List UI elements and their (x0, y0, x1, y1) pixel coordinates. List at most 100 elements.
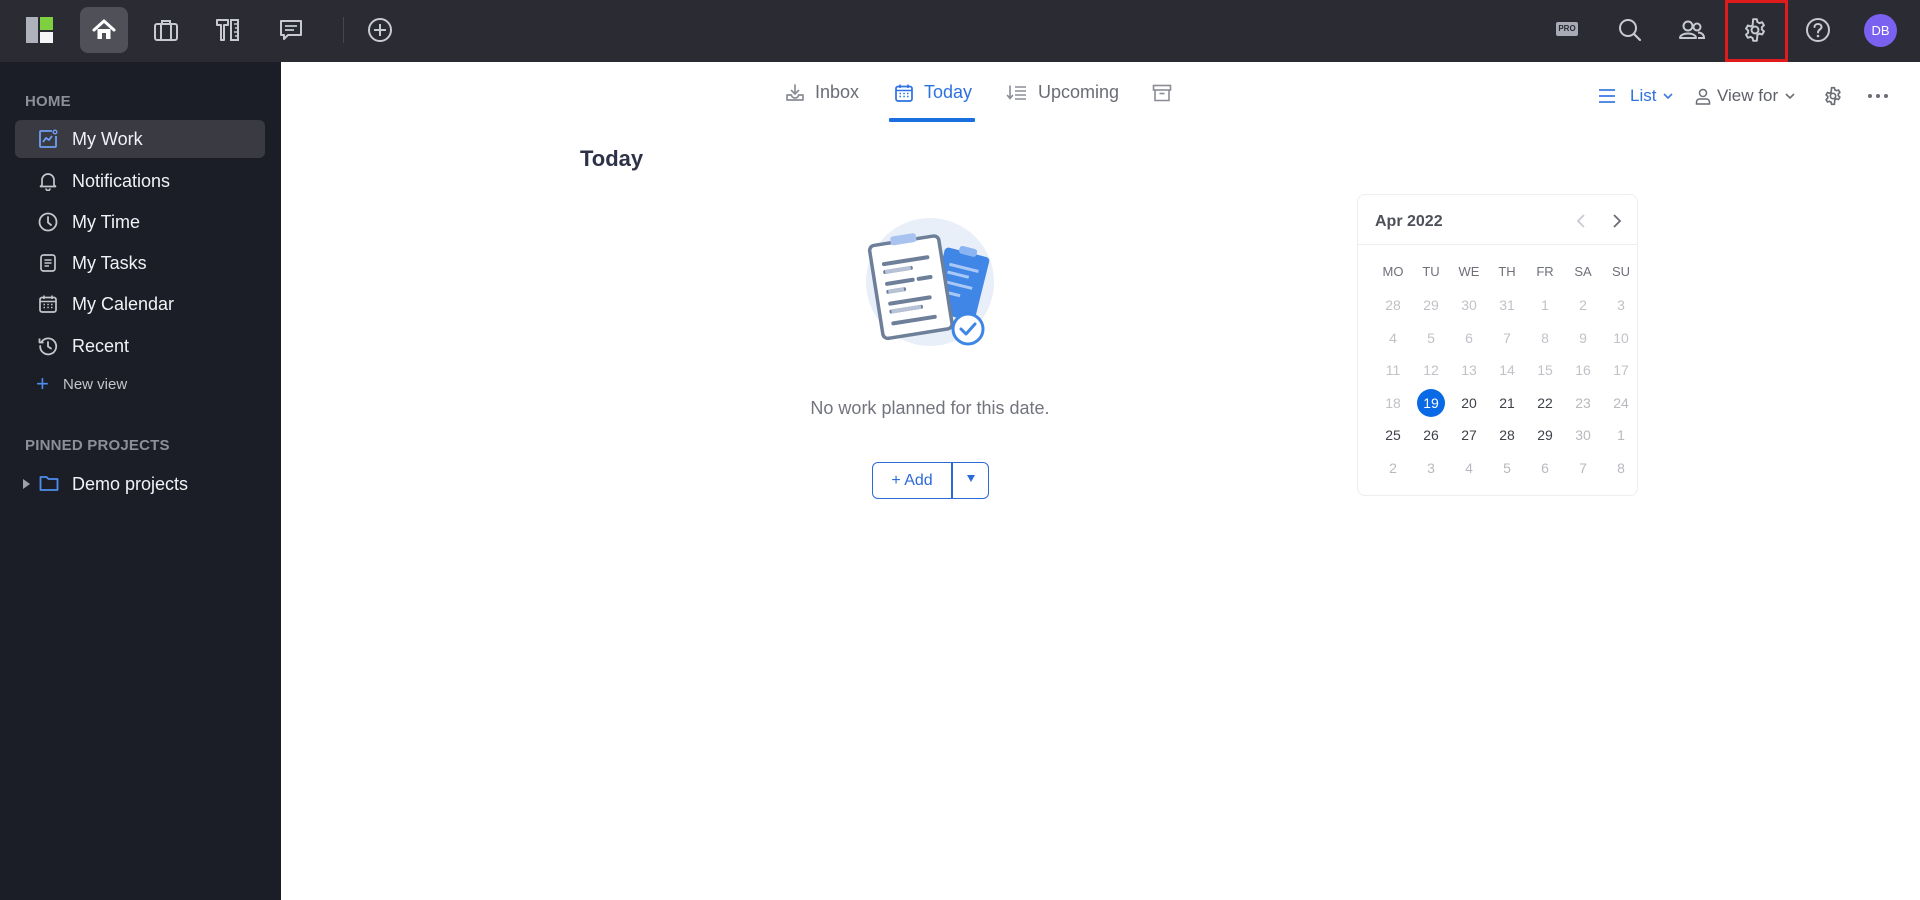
empty-clipboard-illustration (866, 218, 994, 346)
calendar-day[interactable]: 5 (1493, 454, 1521, 482)
sidebar-item-label: My Tasks (72, 252, 147, 273)
view-settings-button[interactable] (1823, 86, 1843, 106)
calendar-day[interactable]: 30 (1569, 421, 1597, 449)
calendar-day[interactable]: 21 (1493, 389, 1521, 417)
calendar-day[interactable]: 31 (1493, 291, 1521, 319)
calendar-day[interactable]: 3 (1417, 454, 1445, 482)
calendar-day[interactable]: 17 (1607, 356, 1635, 384)
sidebar-item-label: My Time (72, 211, 141, 232)
calendar-day[interactable]: 7 (1493, 324, 1521, 352)
calendar-day[interactable]: 3 (1607, 291, 1635, 319)
user-avatar[interactable]: DB (1864, 14, 1897, 47)
calendar-day[interactable]: 1 (1607, 421, 1635, 449)
new-view-button[interactable]: + New view (36, 373, 127, 395)
sidebar-item-my-calendar[interactable]: My Calendar (15, 285, 265, 323)
calendar-day[interactable]: 29 (1531, 421, 1559, 449)
calendar-day[interactable]: 25 (1379, 421, 1407, 449)
help-button[interactable] (1794, 7, 1842, 53)
calendar-icon (39, 295, 57, 313)
chevron-down-icon (1663, 93, 1674, 100)
next-month-button[interactable] (1605, 209, 1629, 233)
layout-selector[interactable]: List (1598, 86, 1674, 106)
prev-month-button[interactable] (1569, 209, 1593, 233)
weekday-label: SU (1611, 264, 1631, 279)
calendar-day[interactable]: 8 (1607, 454, 1635, 482)
calendar-day[interactable]: 28 (1379, 291, 1407, 319)
calendar-day[interactable]: 4 (1455, 454, 1483, 482)
calendar-day[interactable]: 5 (1417, 324, 1445, 352)
pro-badge[interactable]: PRO (1556, 22, 1578, 36)
caret-down-icon (966, 475, 975, 482)
tab-today[interactable]: Today (894, 82, 972, 122)
help-icon (1806, 18, 1830, 42)
app-logo-icon (26, 17, 53, 43)
sidebar-item-label: Recent (72, 335, 130, 356)
calendar-day[interactable]: 12 (1417, 356, 1445, 384)
calendar-day[interactable]: 14 (1493, 356, 1521, 384)
tab-label: Inbox (815, 82, 860, 102)
tab-inbox[interactable]: Inbox (785, 82, 859, 122)
chevron-left-icon (1576, 214, 1585, 228)
tools-button[interactable] (204, 7, 252, 53)
calendar-day[interactable]: 2 (1569, 291, 1597, 319)
sidebar-item-label: My Work (72, 128, 143, 149)
view-for-selector[interactable]: View for (1695, 86, 1796, 106)
portfolio-button[interactable] (142, 7, 190, 53)
sidebar-item-my-work[interactable]: My Work (15, 120, 265, 158)
calendar-day[interactable]: 11 (1379, 356, 1407, 384)
calendar-day[interactable]: 15 (1531, 356, 1559, 384)
create-button[interactable] (356, 7, 404, 53)
weekday-label: TU (1422, 264, 1440, 279)
expand-caret-icon[interactable] (23, 479, 30, 489)
empty-state-message: No work planned for this date. (810, 398, 1050, 418)
sidebar-item-recent[interactable]: Recent (15, 327, 265, 365)
calendar-day[interactable]: 8 (1531, 324, 1559, 352)
user-icon (1695, 88, 1711, 105)
calendar-day[interactable]: 26 (1417, 421, 1445, 449)
sidebar-item-notifications[interactable]: Notifications (15, 162, 265, 200)
more-horizontal-icon (1868, 94, 1888, 98)
sidebar-item-my-tasks[interactable]: My Tasks (15, 244, 265, 282)
calendar-day[interactable]: 9 (1569, 324, 1597, 352)
calendar-day[interactable]: 10 (1607, 324, 1635, 352)
calendar-day[interactable]: 4 (1379, 324, 1407, 352)
sidebar-item-label: My Calendar (72, 293, 175, 314)
calendar-day[interactable]: 1 (1531, 291, 1559, 319)
weekday-label: WE (1458, 264, 1480, 279)
view-for-label: View for (1717, 86, 1779, 105)
calendar-day[interactable]: 13 (1455, 356, 1483, 384)
calendar-day[interactable]: 18 (1379, 389, 1407, 417)
calendar-day[interactable]: 20 (1455, 389, 1483, 417)
calendar-day-selected[interactable]: 19 (1417, 388, 1445, 417)
calendar-day[interactable]: 23 (1569, 389, 1597, 417)
calendar-day[interactable]: 6 (1455, 324, 1483, 352)
main-content: Inbox Today Upcoming List View for Today… (281, 62, 1920, 900)
calendar-day[interactable]: 27 (1455, 421, 1483, 449)
calendar-day[interactable]: 16 (1569, 356, 1597, 384)
calendar-day[interactable]: 22 (1531, 389, 1559, 417)
calendar-day[interactable]: 30 (1455, 291, 1483, 319)
add-button[interactable]: + Add (873, 463, 953, 498)
briefcase-icon (154, 20, 178, 41)
calendar-day[interactable]: 7 (1569, 454, 1597, 482)
calendar-day[interactable]: 6 (1531, 454, 1559, 482)
settings-button[interactable] (1731, 7, 1779, 53)
app-logo[interactable] (16, 7, 64, 53)
more-options-button[interactable] (1867, 86, 1889, 106)
messages-button[interactable] (267, 7, 315, 53)
add-dropdown-button[interactable] (953, 463, 988, 498)
search-button[interactable] (1606, 7, 1654, 53)
calendar-day[interactable]: 28 (1493, 421, 1521, 449)
calendar-day[interactable]: 29 (1417, 291, 1445, 319)
pinned-project-demo-projects[interactable]: Demo projects (20, 468, 265, 500)
calendar-month-title: Apr 2022 (1375, 213, 1443, 230)
calendar-day[interactable]: 24 (1607, 389, 1635, 417)
home-button[interactable] (80, 7, 128, 53)
search-icon (1619, 19, 1642, 42)
calendar-day[interactable]: 2 (1379, 454, 1407, 482)
divider (343, 17, 344, 43)
tab-archive[interactable] (1152, 82, 1182, 122)
team-button[interactable] (1668, 7, 1716, 53)
tab-upcoming[interactable]: Upcoming (1006, 82, 1119, 122)
sidebar-item-my-time[interactable]: My Time (15, 203, 265, 241)
